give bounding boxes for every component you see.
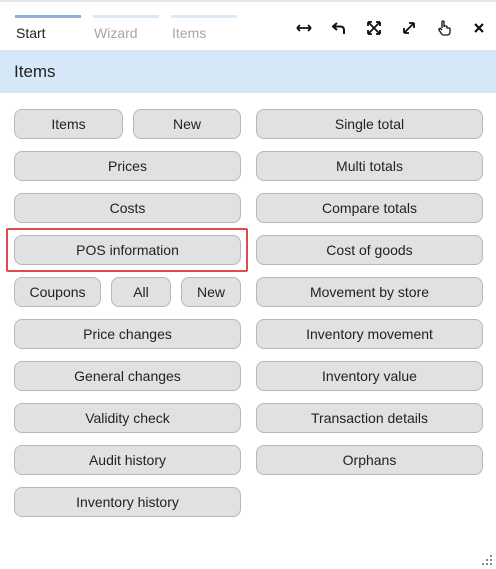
resize-horizontal-icon[interactable] (293, 16, 315, 40)
compare-totals-button[interactable]: Compare totals (256, 193, 483, 223)
new-item-button[interactable]: New (133, 109, 241, 139)
close-icon[interactable] (468, 16, 490, 40)
multi-totals-button[interactable]: Multi totals (256, 151, 483, 181)
tab-start[interactable]: Start (15, 15, 81, 41)
costs-button[interactable]: Costs (14, 193, 241, 223)
expand-icon[interactable] (363, 16, 385, 40)
section-header: Items (0, 50, 496, 93)
validity-check-button[interactable]: Validity check (14, 403, 241, 433)
inventory-value-button[interactable]: Inventory value (256, 361, 483, 391)
tab-label: Start (16, 25, 46, 41)
tab-label: Wizard (94, 25, 138, 41)
transaction-details-button[interactable]: Transaction details (256, 403, 483, 433)
movement-by-store-button[interactable]: Movement by store (256, 277, 483, 307)
section-title: Items (14, 62, 56, 81)
tab-items[interactable]: Items (171, 15, 237, 41)
inventory-history-button[interactable]: Inventory history (14, 487, 241, 517)
maximize-diagonal-icon[interactable] (398, 16, 420, 40)
audit-history-button[interactable]: Audit history (14, 445, 241, 475)
top-border (0, 0, 496, 2)
selection-highlight (6, 228, 248, 272)
orphans-button[interactable]: Orphans (256, 445, 483, 475)
all-coupons-button[interactable]: All (111, 277, 171, 307)
general-changes-button[interactable]: General changes (14, 361, 241, 391)
tab-wizard[interactable]: Wizard (93, 15, 159, 41)
new-coupon-button[interactable]: New (181, 277, 241, 307)
inventory-movement-button[interactable]: Inventory movement (256, 319, 483, 349)
undo-arrow-icon[interactable] (328, 16, 350, 40)
tab-label: Items (172, 25, 207, 41)
prices-button[interactable]: Prices (14, 151, 241, 181)
tab-indicator (15, 15, 81, 18)
coupons-button[interactable]: Coupons (14, 277, 101, 307)
tab-indicator (93, 15, 159, 18)
tab-indicator (171, 15, 237, 18)
resize-grip-icon[interactable] (482, 555, 492, 565)
price-changes-button[interactable]: Price changes (14, 319, 241, 349)
pointer-hand-icon[interactable] (433, 16, 455, 40)
single-total-button[interactable]: Single total (256, 109, 483, 139)
cost-of-goods-button[interactable]: Cost of goods (256, 235, 483, 265)
items-button[interactable]: Items (14, 109, 123, 139)
